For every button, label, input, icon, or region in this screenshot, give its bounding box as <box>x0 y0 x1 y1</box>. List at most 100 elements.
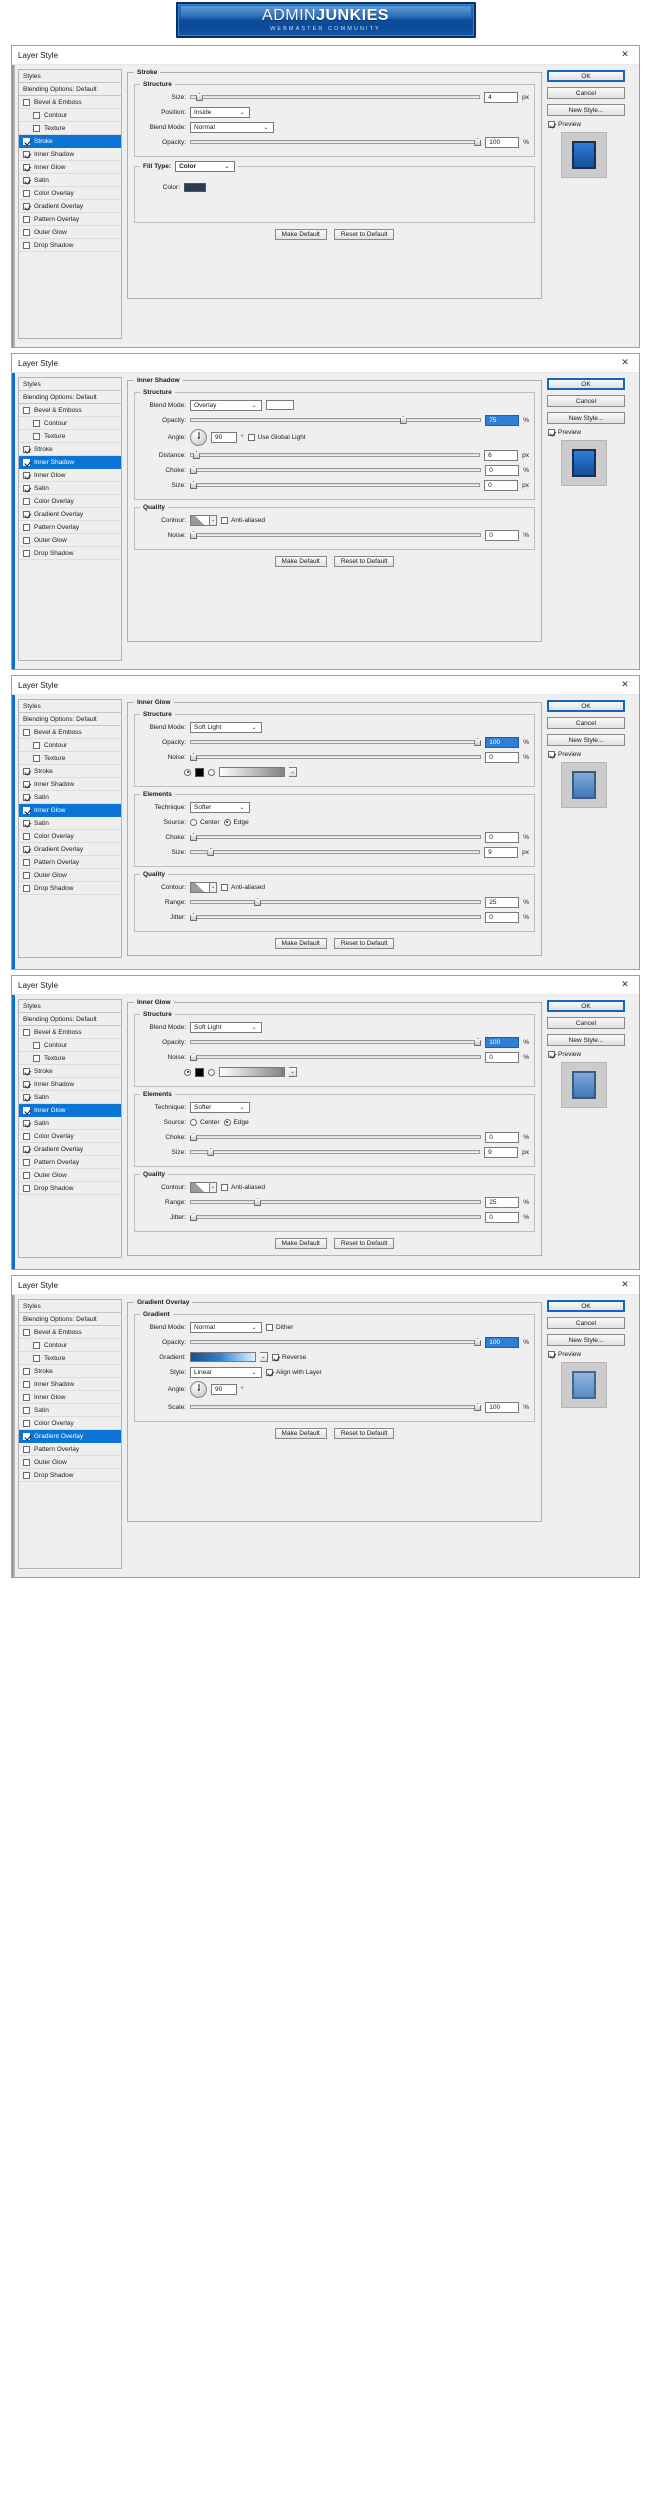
ok-button[interactable]: OK <box>547 1300 625 1312</box>
styles-list-header[interactable]: Styles <box>19 1300 121 1313</box>
gradient-preview-bar[interactable] <box>190 1352 256 1362</box>
choke-input[interactable]: 0 <box>485 1131 520 1143</box>
checkbox-stroke[interactable] <box>23 767 30 775</box>
sidebar-item-stroke[interactable]: Stroke <box>19 135 121 148</box>
checkbox-preview[interactable] <box>548 429 555 436</box>
ok-button[interactable]: OK <box>547 700 625 712</box>
ok-button[interactable]: OK <box>547 378 625 390</box>
sidebar-item-pattern-overlay[interactable]: Pattern Overlay <box>19 1156 121 1169</box>
size-input[interactable]: 4 <box>484 91 519 103</box>
checkbox-reverse[interactable] <box>272 1353 279 1361</box>
position-select[interactable]: Inside ⌄ <box>190 106 250 118</box>
distance-slider[interactable] <box>190 450 481 460</box>
sidebar-item-drop-shadow[interactable]: Drop Shadow <box>19 239 121 252</box>
color-swatch[interactable] <box>184 182 206 192</box>
sidebar-item-drop-shadow[interactable]: Drop Shadow <box>19 1182 121 1195</box>
noise-input[interactable]: 0 <box>485 529 520 541</box>
align-with-layer-toggle[interactable]: Align with Layer <box>266 1368 322 1376</box>
styles-list-header[interactable]: Styles <box>19 700 121 713</box>
checkbox-pattern-overlay[interactable] <box>23 1445 30 1453</box>
sidebar-item-outer-glow[interactable]: Outer Glow <box>19 1169 121 1182</box>
reset-to-default-button[interactable]: Reset to Default <box>333 1428 395 1439</box>
new-style-button[interactable]: New Style... <box>547 1034 625 1046</box>
make-default-button[interactable]: Make Default <box>274 938 327 949</box>
range-input[interactable]: 25 <box>485 896 520 908</box>
sidebar-item-contour[interactable]: Contour <box>19 739 121 752</box>
checkbox-drop-shadow[interactable] <box>23 884 30 892</box>
checkbox-contour[interactable] <box>33 111 40 119</box>
reverse-toggle[interactable]: Reverse <box>272 1353 306 1361</box>
sidebar-item-blending-options[interactable]: Blending Options: Default <box>19 1313 121 1326</box>
cancel-button[interactable]: Cancel <box>547 717 625 729</box>
close-icon[interactable]: ✕ <box>617 48 633 62</box>
sidebar-item-color-overlay[interactable]: Color Overlay <box>19 1130 121 1143</box>
checkbox-inner-shadow[interactable] <box>23 780 30 788</box>
checkbox-bevel-emboss[interactable] <box>23 728 30 736</box>
make-default-button[interactable]: Make Default <box>274 1428 327 1439</box>
distance-input[interactable]: 6 <box>484 449 519 461</box>
use-global-light-toggle[interactable]: Use Global Light <box>247 434 306 441</box>
sidebar-item-drop-shadow[interactable]: Drop Shadow <box>19 1469 121 1482</box>
radio-edge-icon[interactable] <box>223 818 231 826</box>
size-slider[interactable] <box>190 480 481 490</box>
sidebar-item-inner-glow[interactable]: Inner Glow <box>19 161 121 174</box>
jitter-input[interactable]: 0 <box>485 911 520 923</box>
sidebar-item-inner-shadow[interactable]: Inner Shadow <box>19 778 121 791</box>
scale-slider[interactable] <box>190 1402 482 1412</box>
checkbox-texture[interactable] <box>33 1354 40 1362</box>
checkbox-gradient-overlay[interactable] <box>23 1432 30 1440</box>
sidebar-item-satin[interactable]: Satin <box>19 174 121 187</box>
checkbox-outer-glow[interactable] <box>23 871 30 879</box>
shadow-color-swatch[interactable] <box>266 400 294 410</box>
make-default-button[interactable]: Make Default <box>274 1238 327 1249</box>
chevron-down-icon[interactable]: ⌄ <box>289 767 297 777</box>
noise-slider[interactable] <box>190 752 482 762</box>
jitter-slider[interactable] <box>190 912 482 922</box>
checkbox-inner-glow[interactable] <box>23 471 30 479</box>
sidebar-item-drop-shadow[interactable]: Drop Shadow <box>19 547 121 560</box>
radio-glow-color[interactable] <box>184 1068 191 1076</box>
dither-toggle[interactable]: Dither <box>266 1323 293 1331</box>
checkbox-pattern-overlay[interactable] <box>23 858 30 866</box>
radio-source-center[interactable]: Center <box>190 818 220 826</box>
checkbox-anti-aliased[interactable] <box>221 883 228 891</box>
checkbox-drop-shadow[interactable] <box>23 549 30 557</box>
checkbox-inner-shadow[interactable] <box>23 1380 30 1388</box>
checkbox-drop-shadow[interactable] <box>23 1471 30 1479</box>
checkbox-texture[interactable] <box>33 124 40 132</box>
sidebar-item-stroke[interactable]: Stroke <box>19 1065 121 1078</box>
sidebar-item-texture[interactable]: Texture <box>19 1352 121 1365</box>
checkbox-inner-shadow[interactable] <box>23 1080 30 1088</box>
size-input[interactable]: 0 <box>484 479 519 491</box>
blend-mode-select[interactable]: Soft Light ⌄ <box>190 1021 262 1033</box>
choke-slider[interactable] <box>190 1132 482 1142</box>
choke-slider[interactable] <box>190 832 482 842</box>
checkbox-inner-glow[interactable] <box>23 163 30 171</box>
checkbox-pattern-overlay[interactable] <box>23 215 30 223</box>
sidebar-item-color-overlay[interactable]: Color Overlay <box>19 830 121 843</box>
contour-preview-icon[interactable] <box>190 1181 210 1193</box>
preview-toggle[interactable]: Preview <box>548 121 633 128</box>
sidebar-item-inner-shadow[interactable]: Inner Shadow <box>19 148 121 161</box>
checkbox-inner-glow[interactable] <box>23 1393 30 1401</box>
cancel-button[interactable]: Cancel <box>547 1317 625 1329</box>
checkbox-gradient-overlay[interactable] <box>23 510 30 518</box>
jitter-input[interactable]: 0 <box>485 1211 520 1223</box>
preview-toggle[interactable]: Preview <box>548 1051 633 1058</box>
noise-input[interactable]: 0 <box>485 751 520 763</box>
opacity-input[interactable]: 100 <box>485 1036 520 1048</box>
checkbox-satin[interactable] <box>23 484 30 492</box>
sidebar-item-color-overlay[interactable]: Color Overlay <box>19 495 121 508</box>
radio-glow-gradient[interactable] <box>208 1068 215 1076</box>
sidebar-item-gradient-overlay[interactable]: Gradient Overlay <box>19 508 121 521</box>
opacity-slider[interactable] <box>190 415 482 425</box>
new-style-button[interactable]: New Style... <box>547 412 625 424</box>
new-style-button[interactable]: New Style... <box>547 104 625 116</box>
checkbox-color-overlay[interactable] <box>23 1132 30 1140</box>
sidebar-item-bevel-emboss[interactable]: Bevel & Emboss <box>19 1026 121 1039</box>
sidebar-item-pattern-overlay[interactable]: Pattern Overlay <box>19 856 121 869</box>
checkbox-satin[interactable] <box>23 1406 30 1414</box>
checkbox-texture[interactable] <box>33 754 40 762</box>
radio-glow-gradient[interactable] <box>208 768 215 776</box>
sidebar-item-texture[interactable]: Texture <box>19 122 121 135</box>
